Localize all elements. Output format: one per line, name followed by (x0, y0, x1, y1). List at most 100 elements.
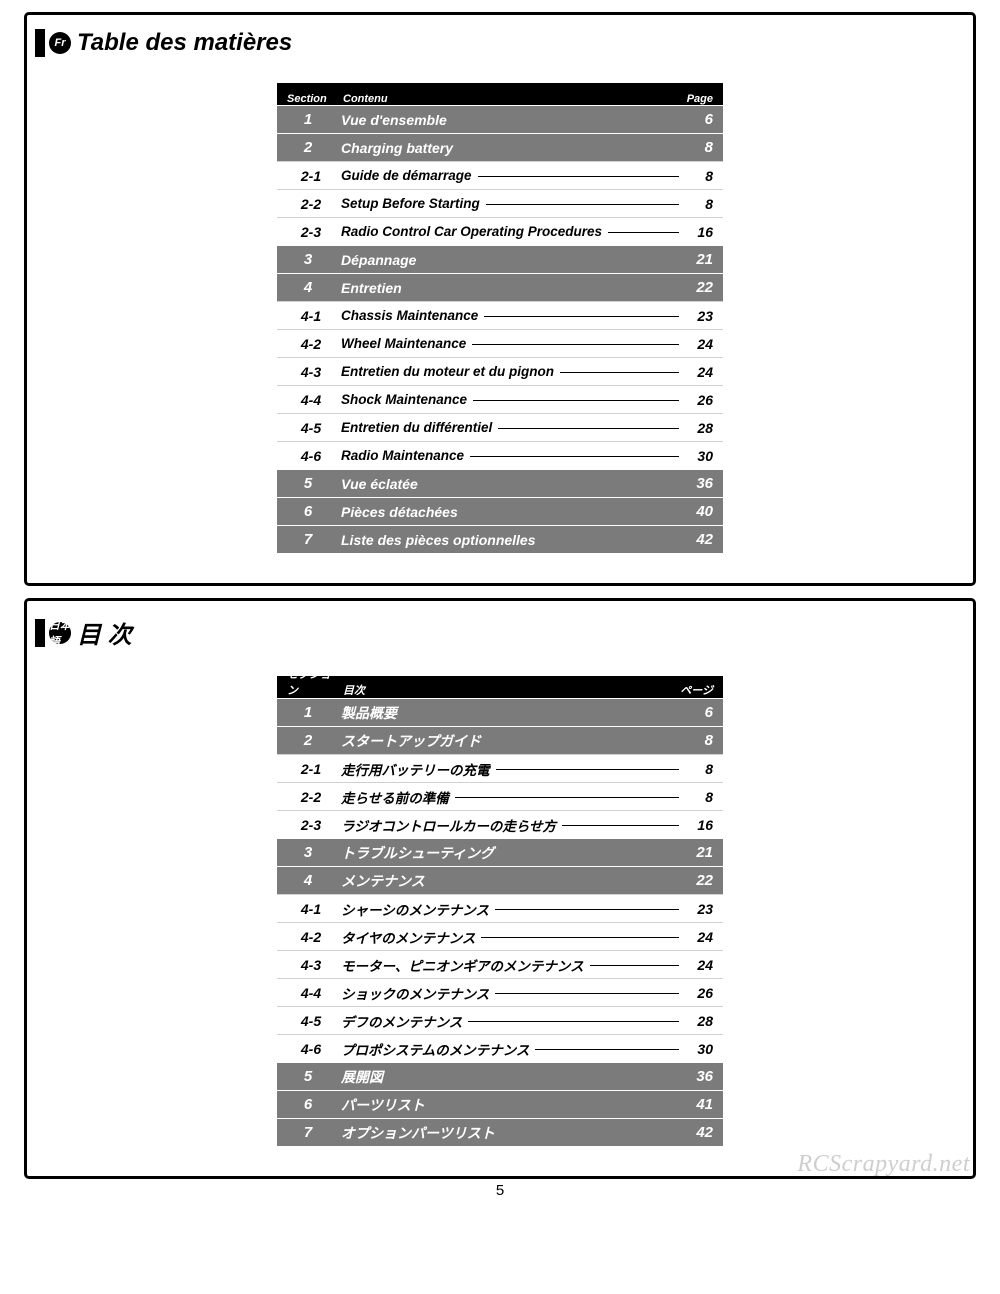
panel-heading: 日本語目 次 (27, 615, 973, 650)
toc-row-page: 26 (679, 985, 723, 1001)
toc-row-section: 1 (277, 704, 339, 721)
toc-row-label: Radio Control Car Operating Procedures (339, 224, 679, 239)
leader-line-icon (470, 456, 679, 457)
toc-row: 4-2Wheel Maintenance24 (277, 329, 723, 357)
toc-row: 4-6プロポシステムのメンテナンス30 (277, 1034, 723, 1062)
toc-row-section: 2-1 (277, 761, 339, 777)
toc-row: 1Vue d'ensemble6 (277, 105, 723, 133)
toc-row-page: 8 (679, 732, 723, 749)
leader-line-icon (468, 1021, 679, 1022)
toc-row-section: 2-3 (277, 817, 339, 833)
toc-row: 4-1Chassis Maintenance23 (277, 301, 723, 329)
toc-row: 5展開図36 (277, 1062, 723, 1090)
toc-header-page: Page (679, 93, 723, 105)
toc-row-section: 4-3 (277, 957, 339, 973)
panel-title: Table des matières (77, 29, 292, 57)
toc-row-page: 8 (679, 761, 723, 777)
toc-row-section: 3 (277, 844, 339, 861)
leader-line-icon (481, 937, 679, 938)
toc-row-label: メンテナンス (339, 871, 679, 891)
toc-row-label: トラブルシューティング (339, 843, 679, 863)
toc-row-section: 4 (277, 279, 339, 296)
toc-header-page: ページ (679, 682, 723, 698)
toc-panel: 日本語目 次セクション目次ページ1製品概要62スタートアップガイド82-1走行用… (24, 598, 976, 1179)
leader-line-icon (498, 428, 679, 429)
toc-row-page: 30 (679, 448, 723, 464)
toc-header-content: 目次 (339, 682, 679, 698)
toc-row-section: 4-1 (277, 901, 339, 917)
toc-row-section: 5 (277, 475, 339, 492)
leader-line-icon (535, 1049, 679, 1050)
toc-row-label: Entretien du différentiel (339, 420, 679, 435)
toc-row: 5Vue éclatée36 (277, 469, 723, 497)
toc-row: 2-1走行用バッテリーの充電 8 (277, 754, 723, 782)
toc-table: SectionContenuPage1Vue d'ensemble62Charg… (277, 83, 723, 553)
toc-row-section: 4-5 (277, 1013, 339, 1029)
toc-row-section: 6 (277, 1096, 339, 1113)
toc-row-label-text: Guide de démarrage (341, 168, 478, 183)
toc-header-row: SectionContenuPage (277, 83, 723, 105)
toc-row: 4-5デフのメンテナンス 28 (277, 1006, 723, 1034)
toc-row-page: 16 (679, 817, 723, 833)
toc-row-label: Pièces détachées (339, 504, 679, 520)
toc-table: セクション目次ページ1製品概要62スタートアップガイド82-1走行用バッテリーの… (277, 676, 723, 1146)
toc-row-label-text: 走らせる前の準備 (341, 787, 455, 807)
toc-row-section: 4-3 (277, 364, 339, 380)
toc-row-label: Chassis Maintenance (339, 308, 679, 323)
leader-line-icon (495, 993, 679, 994)
toc-row-label: スタートアップガイド (339, 731, 679, 751)
toc-row-page: 24 (679, 929, 723, 945)
toc-row-section: 1 (277, 111, 339, 128)
toc-row-label-text: 走行用バッテリーの充電 (341, 759, 496, 779)
heading-bar-icon (35, 29, 45, 57)
toc-row: 4-6Radio Maintenance30 (277, 441, 723, 469)
toc-row-label-text: Setup Before Starting (341, 196, 486, 211)
toc-row-label-text: デフのメンテナンス (341, 1011, 468, 1031)
toc-row-page: 23 (679, 308, 723, 324)
toc-row: 7オプションパーツリスト42 (277, 1118, 723, 1146)
toc-row-section: 7 (277, 531, 339, 548)
toc-row-section: 2 (277, 732, 339, 749)
toc-panel: Fr Table des matières SectionContenuPage1V… (24, 12, 976, 586)
toc-row-page: 6 (679, 111, 723, 128)
toc-row-label-text: モーター、ピニオンギアのメンテナンス (341, 955, 590, 975)
toc-row-page: 23 (679, 901, 723, 917)
toc-row-page: 22 (679, 872, 723, 889)
toc-row-section: 3 (277, 251, 339, 268)
toc-row: 2Charging battery8 (277, 133, 723, 161)
toc-row-label: Wheel Maintenance (339, 336, 679, 351)
leader-line-icon (590, 965, 679, 966)
language-badge: Fr (49, 32, 71, 54)
toc-row-label: 走行用バッテリーの充電 (339, 759, 679, 779)
toc-row: 4-1シャーシのメンテナンス23 (277, 894, 723, 922)
toc-row-section: 4-4 (277, 985, 339, 1001)
toc-row-label-text: Radio Control Car Operating Procedures (341, 224, 608, 239)
toc-row-page: 28 (679, 1013, 723, 1029)
toc-row-label: ラジオコントロールカーの走らせ方 (339, 815, 679, 835)
toc-row-label: Entretien (339, 280, 679, 296)
toc-row-label-text: ラジオコントロールカーの走らせ方 (341, 815, 562, 835)
toc-row-page: 30 (679, 1041, 723, 1057)
panel-heading: Fr Table des matières (27, 29, 973, 57)
toc-row-label: Radio Maintenance (339, 448, 679, 463)
toc-row-page: 22 (679, 279, 723, 296)
toc-row-page: 8 (679, 168, 723, 184)
toc-row-page: 21 (679, 251, 723, 268)
leader-line-icon (455, 797, 679, 798)
toc-row-section: 5 (277, 1068, 339, 1085)
toc-row-label: オプションパーツリスト (339, 1123, 679, 1143)
toc-row-page: 36 (679, 1068, 723, 1085)
language-badge: 日本語 (49, 622, 71, 644)
toc-row-label-text: プロポシステムのメンテナンス (341, 1039, 535, 1059)
toc-row-page: 8 (679, 789, 723, 805)
toc-row-label: プロポシステムのメンテナンス (339, 1039, 679, 1059)
toc-row-label: 走らせる前の準備 (339, 787, 679, 807)
toc-header-section: セクション (277, 666, 339, 698)
panel-title: 目 次 (77, 615, 132, 650)
toc-row: 4-4Shock Maintenance26 (277, 385, 723, 413)
toc-row: 2-3ラジオコントロールカーの走らせ方 16 (277, 810, 723, 838)
toc-row-page: 41 (679, 1096, 723, 1113)
leader-line-icon (478, 176, 679, 177)
toc-row-page: 42 (679, 1124, 723, 1141)
toc-row-section: 2-2 (277, 789, 339, 805)
